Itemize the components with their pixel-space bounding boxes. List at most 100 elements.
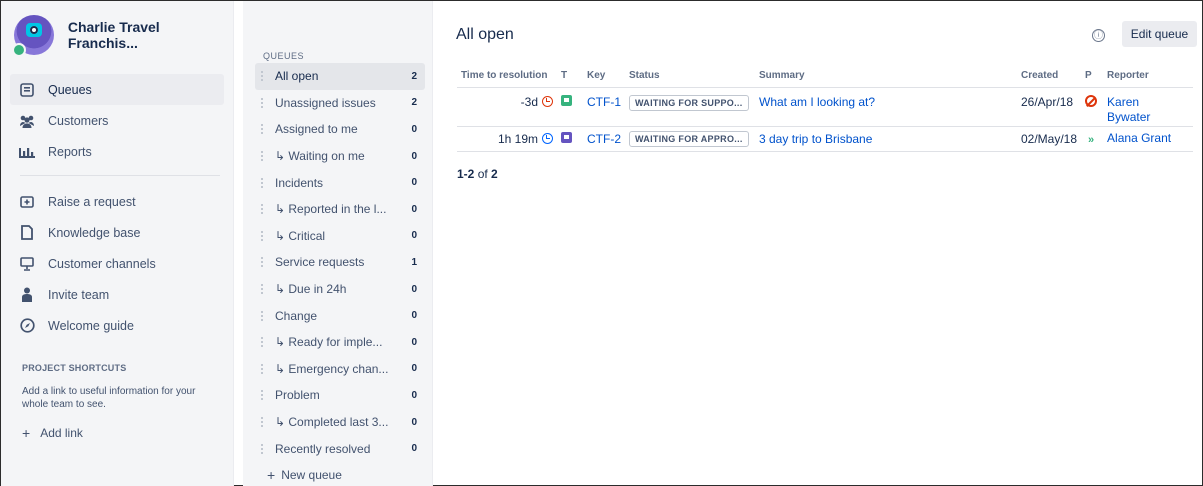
- sidebar-item-label: Raise a request: [48, 194, 136, 209]
- reporter-link[interactable]: Alana Grant: [1107, 131, 1171, 145]
- type-cell: [557, 126, 583, 152]
- column-header-reporter[interactable]: Reporter: [1103, 65, 1193, 88]
- queue-item[interactable]: Unassigned issues 2: [255, 90, 425, 117]
- issue-key-link[interactable]: CTF-2: [587, 132, 621, 146]
- drag-handle-icon[interactable]: [261, 204, 267, 215]
- project-header[interactable]: Charlie Travel Franchis...: [12, 15, 233, 57]
- queue-item[interactable]: Recently resolved 0: [255, 435, 425, 462]
- drag-handle-icon[interactable]: [261, 363, 267, 374]
- page-title: All open: [456, 26, 514, 43]
- drag-handle-icon[interactable]: [261, 284, 267, 295]
- compass-icon: [18, 317, 36, 335]
- drag-handle-icon[interactable]: [261, 230, 267, 241]
- queue-item[interactable]: ↳ Ready for imple... 0: [255, 329, 425, 356]
- reporter-link[interactable]: Karen Bywater: [1107, 95, 1159, 125]
- time-to-resolution-cell: 1h 19m: [457, 126, 557, 152]
- pagination-range: 1-2: [457, 167, 475, 181]
- priority-cell: »: [1081, 126, 1104, 152]
- queue-item[interactable]: ↳ Reported in the l... 0: [255, 196, 425, 223]
- sidebar-item-label: Welcome guide: [48, 318, 134, 333]
- info-icon[interactable]: ⓘ: [1092, 29, 1105, 42]
- queues-icon: [18, 81, 36, 99]
- queue-count: 0: [411, 310, 417, 322]
- queue-item[interactable]: Service requests 1: [255, 249, 425, 276]
- sidebar-item-customer-channels[interactable]: Customer channels: [10, 248, 224, 279]
- sidebar-item-welcome-guide[interactable]: Welcome guide: [10, 310, 224, 341]
- queue-item[interactable]: Assigned to me 0: [255, 116, 425, 143]
- sidebar-divider: [20, 175, 220, 176]
- new-queue-button[interactable]: + New queue: [267, 467, 342, 483]
- reporter-cell: Alana Grant: [1103, 126, 1193, 152]
- column-header-key[interactable]: Key: [583, 65, 625, 88]
- queue-item[interactable]: Incidents 0: [255, 169, 425, 196]
- priority-cell: [1081, 87, 1104, 127]
- column-header-priority[interactable]: P: [1081, 65, 1104, 88]
- drag-handle-icon[interactable]: [261, 124, 267, 135]
- queue-item[interactable]: ↳ Emergency chan... 0: [255, 356, 425, 383]
- drag-handle-icon[interactable]: [261, 390, 267, 401]
- queue-count: 1: [411, 256, 417, 268]
- queue-item[interactable]: ↳ Completed last 3... 0: [255, 409, 425, 436]
- drag-handle-icon[interactable]: [261, 177, 267, 188]
- queue-count: 0: [411, 416, 417, 428]
- summary-cell: 3 day trip to Brisbane: [755, 126, 1017, 152]
- project-name[interactable]: Charlie Travel Franchis...: [68, 19, 233, 51]
- column-header-summary[interactable]: Summary: [755, 65, 1017, 88]
- new-queue-label: New queue: [281, 468, 342, 482]
- drag-handle-icon[interactable]: [261, 257, 267, 268]
- customer-channels-icon: [18, 255, 36, 273]
- sidebar-item-invite-team[interactable]: Invite team: [10, 279, 224, 310]
- queue-count: 0: [411, 150, 417, 162]
- drag-handle-icon[interactable]: [261, 310, 267, 321]
- pagination-summary: 1-2 of 2: [457, 167, 498, 181]
- drag-handle-icon[interactable]: [261, 443, 267, 454]
- column-header-type[interactable]: T: [557, 65, 583, 88]
- queue-count: 0: [411, 283, 417, 295]
- table-row[interactable]: 1h 19m CTF-2 WAITING FOR APPRO... 3 day …: [457, 126, 1193, 152]
- clock-ongoing-icon: [542, 132, 553, 144]
- status-badge: WAITING FOR SUPPO...: [629, 94, 749, 111]
- queues-title: QUEUES: [263, 51, 305, 61]
- drag-handle-icon[interactable]: [261, 337, 267, 348]
- table-row[interactable]: -3d CTF-1 WAITING FOR SUPPO... What am I…: [457, 87, 1193, 127]
- sidebar-item-label: Customer channels: [48, 256, 156, 271]
- add-link-label: Add link: [40, 426, 83, 440]
- created-cell: 02/May/18: [1017, 126, 1082, 152]
- queue-item[interactable]: ↳ Critical 0: [255, 223, 425, 250]
- queue-count: 0: [411, 363, 417, 375]
- queue-item[interactable]: ↳ Waiting on me 0: [255, 143, 425, 170]
- edit-queue-button[interactable]: Edit queue: [1122, 21, 1197, 47]
- chat-icon: [12, 43, 26, 57]
- sidebar-item-reports[interactable]: Reports: [10, 136, 224, 167]
- issue-summary-link[interactable]: What am I looking at?: [759, 95, 875, 109]
- issue-summary-link[interactable]: 3 day trip to Brisbane: [759, 132, 872, 146]
- sidebar-item-knowledge-base[interactable]: Knowledge base: [10, 217, 224, 248]
- sidebar-item-customers[interactable]: Customers: [10, 105, 224, 136]
- column-header-created[interactable]: Created: [1017, 65, 1082, 88]
- queue-label: Unassigned issues: [275, 95, 376, 110]
- column-header-time-to-resolution[interactable]: Time to resolution: [457, 65, 557, 88]
- queue-label: ↳ Emergency chan...: [275, 361, 389, 376]
- queue-label: ↳ Due in 24h: [275, 282, 347, 297]
- sidebar-item-raise-request[interactable]: Raise a request: [10, 186, 224, 217]
- created-cell: 26/Apr/18: [1017, 87, 1082, 127]
- drag-handle-icon[interactable]: [261, 97, 267, 108]
- queue-item[interactable]: Change 0: [255, 302, 425, 329]
- time-to-resolution-cell: -3d: [457, 87, 557, 127]
- drag-handle-icon[interactable]: [261, 71, 267, 82]
- reports-icon: [18, 143, 36, 161]
- drag-handle-icon[interactable]: [261, 417, 267, 428]
- queue-count: 0: [411, 203, 417, 215]
- drag-handle-icon[interactable]: [261, 151, 267, 162]
- queue-item[interactable]: ↳ Due in 24h 0: [255, 276, 425, 303]
- sidebar-item-queues[interactable]: Queues: [10, 74, 224, 105]
- queue-list: All open 2 Unassigned issues 2 Assigned to m…: [255, 63, 425, 462]
- queue-item[interactable]: Problem 0: [255, 382, 425, 409]
- sidebar-nav: Queues Customers Reports Raise a request: [10, 74, 224, 341]
- queue-item[interactable]: All open 2: [255, 63, 425, 90]
- issue-key-link[interactable]: CTF-1: [587, 95, 621, 109]
- robot-icon: [26, 23, 42, 37]
- column-header-status[interactable]: Status: [625, 65, 755, 88]
- issues-table: Time to resolution T Key Status Summary …: [457, 65, 1193, 152]
- add-link-button[interactable]: + Add link: [22, 425, 222, 441]
